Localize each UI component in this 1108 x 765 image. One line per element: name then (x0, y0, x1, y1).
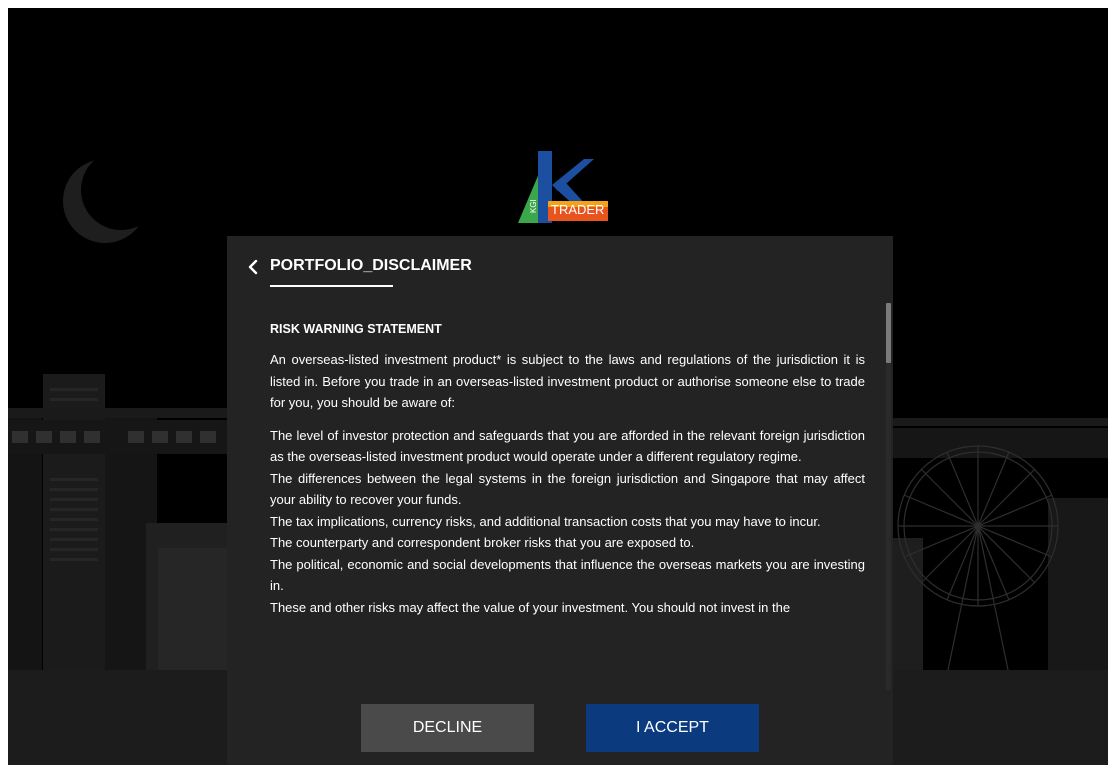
decline-button[interactable]: DECLINE (361, 704, 534, 752)
disclaimer-dialog: PORTFOLIO_DISCLAIMER RISK WARNING STATEM… (227, 236, 893, 765)
logo-kgi-text: KGI (529, 199, 538, 213)
disclaimer-content[interactable]: RISK WARNING STATEMENT An overseas-liste… (270, 308, 865, 688)
crescent-moon-icon (63, 150, 161, 243)
risk-warning-heading: RISK WARNING STATEMENT (270, 322, 442, 336)
scrollbar-track[interactable] (886, 303, 891, 690)
chevron-left-icon (248, 259, 258, 275)
list-item: The counterparty and correspondent broke… (270, 535, 695, 550)
dialog-header: PORTFOLIO_DISCLAIMER (227, 236, 893, 298)
scrollbar-thumb[interactable] (886, 303, 891, 363)
accept-button[interactable]: I ACCEPT (586, 704, 759, 752)
title-underline (270, 285, 393, 287)
k-trader-logo: TRADER KGI (518, 151, 612, 223)
back-button[interactable] (245, 258, 263, 276)
logo-trader-text: TRADER (551, 202, 605, 217)
list-item: The differences between the legal system… (270, 470, 865, 508)
intro-paragraph: An overseas-listed investment product* i… (270, 352, 865, 410)
list-item: These and other risks may affect the val… (270, 599, 791, 615)
list-item: The level of investor protection and saf… (270, 427, 865, 465)
list-item: The political, economic and social devel… (270, 556, 865, 594)
app-screen: TRADER KGI PORTFOLIO_DISCLAIMER RISK WAR… (8, 8, 1108, 765)
list-item: The tax implications, currency risks, an… (270, 513, 821, 529)
dialog-title: PORTFOLIO_DISCLAIMER (270, 257, 472, 274)
